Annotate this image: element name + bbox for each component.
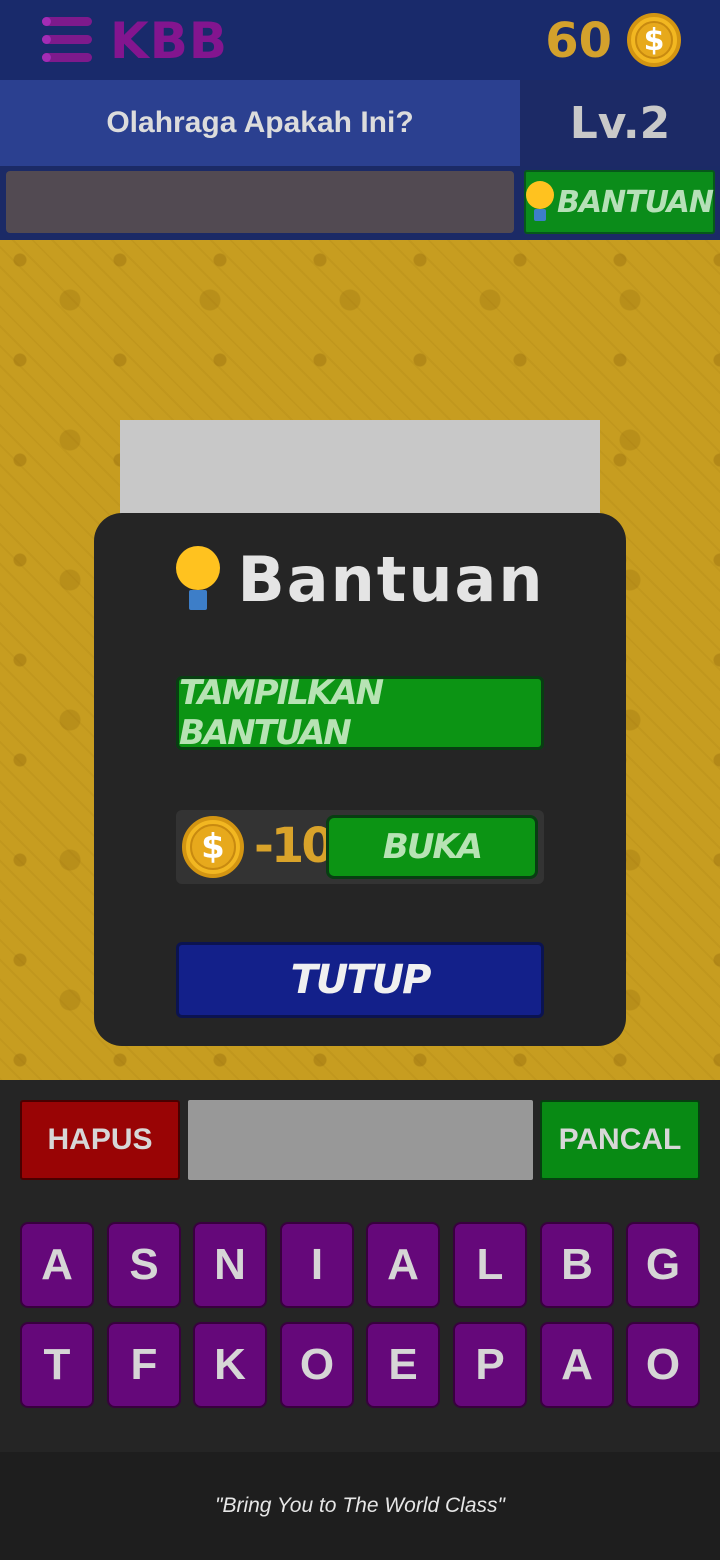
letter-key[interactable]: N (193, 1222, 267, 1308)
dialog-title: Bantuan (237, 542, 545, 616)
help-dialog: Bantuan TAMPILKAN BANTUAN $ -10 BUKA TUT… (94, 513, 626, 1046)
answer-input[interactable] (188, 1100, 533, 1180)
question-text: Olahraga Apakah Ini? (106, 106, 414, 139)
game-screen: KBB 60 $ Olahraga Apakah Ini? Lv.2 BANTU… (0, 0, 720, 1560)
letter-key[interactable]: A (366, 1222, 440, 1308)
show-help-button[interactable]: TAMPILKAN BANTUAN (176, 673, 544, 753)
top-bar: KBB 60 $ (0, 0, 720, 80)
help-button-label: BANTUAN (557, 184, 714, 220)
dialog-header: Bantuan (94, 542, 626, 616)
level-indicator: Lv.2 (520, 80, 720, 166)
answer-controls: HAPUS PANCAL A S N I A L B G T F K O E P… (0, 1080, 720, 1452)
letter-key[interactable]: B (540, 1222, 614, 1308)
menu-icon[interactable] (42, 16, 92, 64)
question-row: Olahraga Apakah Ini? Lv.2 (0, 80, 720, 166)
letter-key[interactable]: L (453, 1222, 527, 1308)
submit-button[interactable]: PANCAL (540, 1100, 700, 1180)
help-button[interactable]: BANTUAN (524, 170, 715, 234)
hint-display (6, 171, 514, 233)
lightbulb-icon (175, 546, 220, 612)
coin-icon: $ (627, 13, 681, 67)
close-button[interactable]: TUTUP (176, 942, 544, 1018)
lightbulb-icon (526, 181, 554, 223)
letter-key[interactable]: E (366, 1322, 440, 1408)
app-title: KBB (110, 12, 228, 70)
letter-key[interactable]: A (20, 1222, 94, 1308)
letter-key[interactable]: O (626, 1322, 700, 1408)
letter-key[interactable]: F (107, 1322, 181, 1408)
letter-key[interactable]: O (280, 1322, 354, 1408)
open-button[interactable]: BUKA (326, 815, 538, 879)
coin-count: 60 (545, 13, 612, 69)
letter-key[interactable]: K (193, 1322, 267, 1408)
buy-hint-row: $ -10 BUKA (176, 810, 544, 884)
letter-key[interactable]: G (626, 1222, 700, 1308)
footer-tagline: "Bring You to The World Class" (0, 1452, 720, 1560)
letter-key[interactable]: P (453, 1322, 527, 1408)
hint-cost: -10 (254, 818, 335, 874)
answer-row: BANTUAN (0, 166, 720, 240)
delete-button[interactable]: HAPUS (20, 1100, 180, 1180)
letter-key[interactable]: A (540, 1322, 614, 1408)
question-image (120, 420, 600, 520)
letter-key[interactable]: S (107, 1222, 181, 1308)
letter-key[interactable]: I (280, 1222, 354, 1308)
letter-key[interactable]: T (20, 1322, 94, 1408)
coin-icon: $ (182, 816, 244, 878)
